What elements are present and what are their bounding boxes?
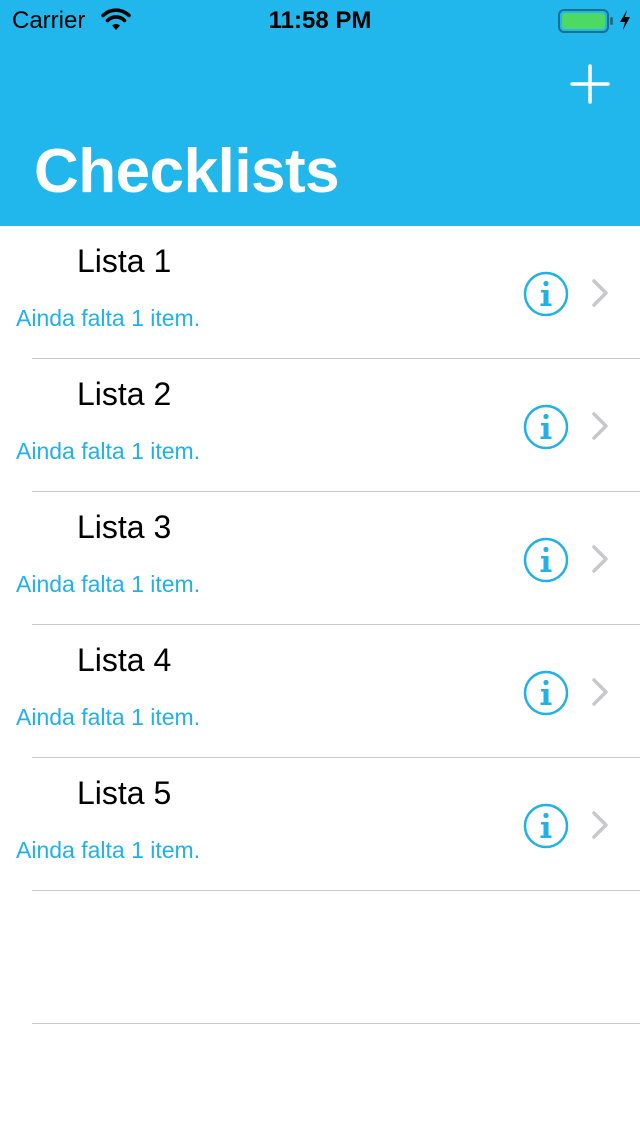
checklist-row-5[interactable]: Lista 5 Ainda falta 1 item. [0,758,640,891]
empty-table-row [0,891,640,1024]
info-icon [523,803,569,849]
checklist-remaining-count: Ainda falta 1 item. [16,305,201,331]
info-icon [523,670,569,716]
checklist-title: Lista 3 [77,509,172,545]
info-icon [523,404,569,450]
page-title: Checklists [34,137,340,206]
plus-icon [570,64,610,104]
detail-disclosure-button[interactable] [522,270,570,318]
navigation-bar: Carrier 11:58 PM Checklists [0,0,640,226]
battery-icon [558,8,616,34]
status-bar: Carrier 11:58 PM [0,0,640,40]
detail-disclosure-button[interactable] [522,669,570,717]
status-time: 11:58 PM [268,7,372,34]
checklist-title: Lista 5 [77,775,172,811]
checklist-remaining-count: Ainda falta 1 item. [16,571,201,597]
chevron-right-icon [590,278,610,308]
checklist-row-1[interactable]: Lista 1 Ainda falta 1 item. [0,226,640,359]
chevron-right-icon [590,411,610,441]
checklist-row-3[interactable]: Lista 3 Ainda falta 1 item. [0,492,640,625]
checklist-remaining-count: Ainda falta 1 item. [16,438,201,464]
checklist-title: Lista 1 [77,243,172,279]
detail-disclosure-button[interactable] [522,536,570,584]
detail-disclosure-button[interactable] [522,403,570,451]
checklist-title: Lista 2 [77,376,172,412]
chevron-right-icon [590,544,610,574]
checklist-table: Lista 1 Ainda falta 1 item. Lista 2 Aind… [0,226,640,1024]
checklist-title: Lista 4 [77,642,172,678]
detail-disclosure-button[interactable] [522,802,570,850]
checklist-row-2[interactable]: Lista 2 Ainda falta 1 item. [0,359,640,492]
info-icon [523,537,569,583]
chevron-right-icon [590,810,610,840]
charging-icon [618,9,632,31]
checklist-remaining-count: Ainda falta 1 item. [16,837,201,863]
checklist-remaining-count: Ainda falta 1 item. [16,704,201,730]
info-icon [523,271,569,317]
chevron-right-icon [590,677,610,707]
checklist-row-4[interactable]: Lista 4 Ainda falta 1 item. [0,625,640,758]
row-separator [32,1023,640,1024]
add-checklist-button[interactable] [566,60,614,108]
